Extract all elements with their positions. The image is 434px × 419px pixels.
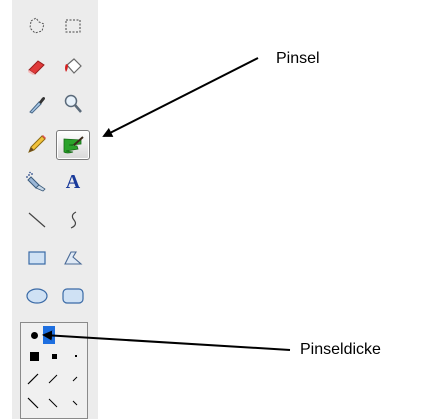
free-select-tool[interactable] bbox=[22, 12, 52, 40]
text-icon: A bbox=[65, 170, 81, 193]
lasso-select-icon bbox=[29, 17, 45, 34]
eraser-tool[interactable] bbox=[22, 52, 52, 80]
brush-size-square-large[interactable] bbox=[27, 349, 41, 363]
brush-size-square-medium[interactable] bbox=[47, 349, 61, 363]
color-picker-tool[interactable] bbox=[22, 90, 52, 118]
curve-tool[interactable] bbox=[58, 206, 88, 234]
line-tool[interactable] bbox=[22, 206, 52, 234]
ellipse-tool[interactable] bbox=[22, 282, 52, 310]
eraser-icon bbox=[28, 60, 45, 75]
brush-size-callout-label: Pinseldicke bbox=[300, 341, 381, 358]
brush-size-slash-large[interactable] bbox=[25, 371, 41, 387]
pencil-tool[interactable] bbox=[22, 130, 52, 158]
brush-tool[interactable] bbox=[56, 130, 90, 160]
paint-bucket-icon bbox=[65, 58, 82, 74]
brush-icon bbox=[63, 136, 84, 154]
rect-select-tool[interactable] bbox=[58, 12, 88, 40]
brush-size-slash-medium[interactable] bbox=[45, 371, 61, 387]
airbrush-icon bbox=[26, 171, 46, 192]
rounded-rectangle-icon bbox=[62, 288, 84, 304]
brush-size-slash-small[interactable] bbox=[67, 371, 83, 387]
magnifier-icon bbox=[64, 94, 82, 113]
rounded-rectangle-tool[interactable] bbox=[58, 282, 88, 310]
curve-icon bbox=[70, 211, 77, 229]
brush-size-backslash-small[interactable] bbox=[67, 395, 83, 411]
brush-size-round-large[interactable] bbox=[27, 327, 41, 343]
text-tool[interactable]: A bbox=[58, 168, 88, 196]
rect-select-icon bbox=[65, 19, 81, 33]
brush-callout-label: Pinsel bbox=[276, 50, 320, 67]
rectangle-tool[interactable] bbox=[22, 244, 52, 272]
brush-size-square-small[interactable] bbox=[69, 349, 83, 363]
polygon-icon bbox=[64, 251, 83, 265]
brush-size-backslash-medium[interactable] bbox=[45, 395, 61, 411]
brush-size-backslash-large[interactable] bbox=[25, 395, 41, 411]
pencil-icon bbox=[28, 135, 46, 153]
line-icon bbox=[28, 212, 46, 228]
airbrush-tool[interactable] bbox=[22, 168, 52, 196]
rectangle-icon bbox=[28, 251, 46, 265]
fill-tool[interactable] bbox=[58, 52, 88, 80]
brush-callout-arrow bbox=[102, 57, 259, 137]
ellipse-icon bbox=[26, 288, 48, 304]
brush-size-panel bbox=[20, 322, 88, 419]
magnifier-tool[interactable] bbox=[58, 90, 88, 118]
eyedropper-icon bbox=[29, 97, 45, 114]
brush-size-round-medium-selected[interactable] bbox=[43, 326, 55, 344]
polygon-tool[interactable] bbox=[58, 244, 88, 272]
